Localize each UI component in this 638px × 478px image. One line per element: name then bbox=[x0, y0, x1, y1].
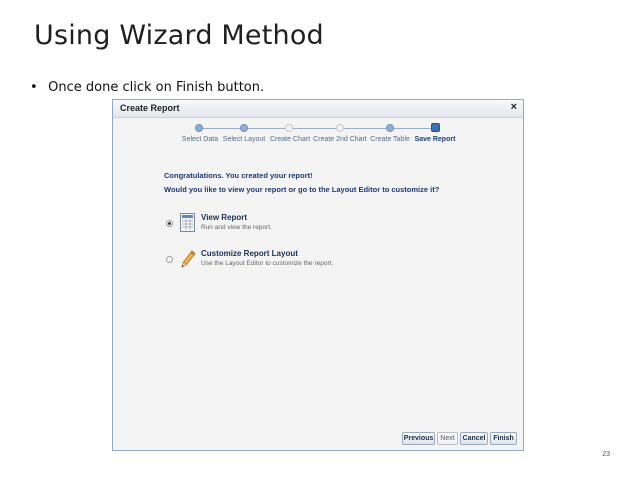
train-label-save-report: Save Report bbox=[414, 136, 456, 143]
option-customize-layout[interactable]: Customize Report Layout Use the Layout E… bbox=[166, 248, 466, 274]
finish-button[interactable]: Finish bbox=[490, 432, 517, 445]
cancel-button[interactable]: Cancel bbox=[460, 432, 488, 445]
train-label-select-layout[interactable]: Select Layout bbox=[223, 136, 265, 143]
radio-customize-layout[interactable] bbox=[166, 256, 173, 263]
next-button[interactable]: Next bbox=[437, 432, 458, 445]
dialog-header: Create Report × bbox=[113, 100, 523, 118]
radio-view-report[interactable] bbox=[166, 220, 173, 227]
congrats-message: Congratulations. You created your report… bbox=[164, 171, 313, 180]
train-stop-save-report bbox=[431, 123, 440, 132]
train-label-create-table[interactable]: Create Table bbox=[370, 136, 410, 143]
train-stop-create-chart[interactable] bbox=[285, 124, 293, 132]
train-stop-create-2nd-chart[interactable] bbox=[336, 124, 344, 132]
wizard-train: Select Data Select Layout Create Chart C… bbox=[113, 118, 523, 148]
slide-title: Using Wizard Method bbox=[34, 20, 324, 51]
option-title[interactable]: Customize Report Layout bbox=[201, 249, 298, 258]
create-report-dialog: Create Report × Select Data Select Layou… bbox=[112, 99, 524, 451]
train-line bbox=[199, 128, 435, 129]
question-text: Would you like to view your report or go… bbox=[164, 185, 440, 194]
dialog-title: Create Report bbox=[120, 103, 180, 113]
report-table-icon bbox=[179, 212, 197, 234]
pencil-icon bbox=[179, 248, 197, 270]
train-label-select-data[interactable]: Select Data bbox=[182, 136, 218, 143]
option-title[interactable]: View Report bbox=[201, 213, 247, 222]
dialog-footer: Previous Next Cancel Finish bbox=[113, 430, 523, 450]
dialog-body: Congratulations. You created your report… bbox=[113, 147, 523, 427]
train-stop-select-layout[interactable] bbox=[240, 124, 248, 132]
bullet-marker: • bbox=[30, 80, 38, 95]
train-stop-select-data[interactable] bbox=[195, 124, 203, 132]
page-number: 23 bbox=[602, 451, 610, 458]
bullet-text: Once done click on Finish button. bbox=[48, 80, 265, 95]
bullet-point: • Once done click on Finish button. bbox=[30, 80, 264, 95]
previous-button[interactable]: Previous bbox=[402, 432, 435, 445]
close-icon[interactable]: × bbox=[511, 101, 517, 113]
option-description: Run and view the report. bbox=[201, 224, 272, 231]
train-stop-create-table[interactable] bbox=[386, 124, 394, 132]
train-label-create-chart[interactable]: Create Chart bbox=[270, 136, 310, 143]
option-view-report[interactable]: View Report Run and view the report. bbox=[166, 212, 466, 238]
train-label-create-2nd-chart[interactable]: Create 2nd Chart bbox=[313, 136, 367, 143]
option-description: Use the Layout Editor to customize the r… bbox=[201, 260, 334, 267]
